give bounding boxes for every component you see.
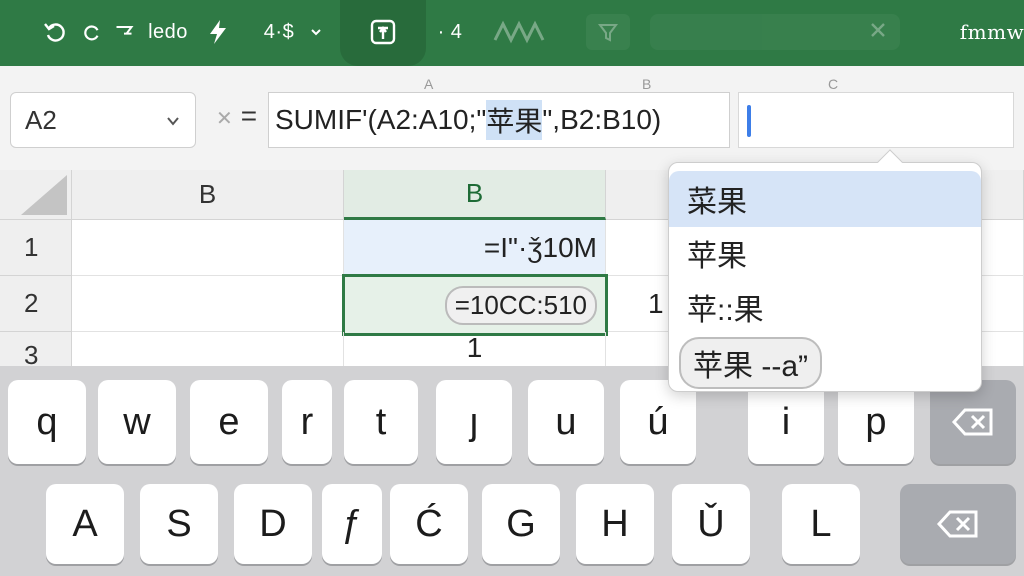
formula-text-before: SUMIF'(A2:A10;": [275, 104, 487, 135]
column-header-b-active[interactable]: B: [344, 170, 606, 220]
key-f[interactable]: ƒ: [322, 484, 382, 564]
ribbon-toolbar: ledo 4·$ · 4 fmmw: [0, 0, 1024, 66]
select-all-corner[interactable]: [0, 170, 72, 220]
cell-a1[interactable]: [72, 220, 344, 276]
name-box-value: A2: [25, 104, 57, 135]
number-format-button[interactable]: 4·$: [256, 14, 302, 50]
formula-input[interactable]: SUMIF'(A2:A10;" 苹果 ",B2:B10): [268, 92, 730, 148]
key-j[interactable]: Ǔ: [672, 484, 750, 564]
fx-label: ✕ =: [216, 100, 257, 132]
autocomplete-popup: 菜果 苹果 苹::果 苹果 --a”: [668, 149, 982, 392]
indent-button[interactable]: · 4: [432, 14, 468, 50]
suggestion-item[interactable]: 苹::果: [669, 279, 981, 335]
row-header-3[interactable]: 3: [0, 332, 72, 370]
key-h[interactable]: H: [576, 484, 654, 564]
backspace-icon[interactable]: [900, 484, 1016, 564]
key-p[interactable]: p: [838, 380, 914, 464]
insert-function-icon[interactable]: [366, 14, 400, 50]
chevron-down-icon[interactable]: [306, 14, 326, 50]
name-box[interactable]: A2: [10, 92, 196, 148]
row-header-1[interactable]: 1: [0, 220, 72, 276]
close-icon[interactable]: [868, 20, 888, 40]
repeat-icon[interactable]: [112, 14, 136, 50]
cancel-icon[interactable]: ✕: [216, 108, 233, 130]
key-i[interactable]: i: [748, 380, 824, 464]
undo-text-label[interactable]: ledo: [144, 14, 192, 50]
formula-text-highlight: 苹果: [486, 100, 543, 140]
key-c[interactable]: Ć: [390, 484, 468, 564]
key-a[interactable]: A: [46, 484, 124, 564]
key-e[interactable]: e: [190, 380, 268, 464]
key-y[interactable]: ȷ: [436, 380, 512, 464]
undo-icon[interactable]: [40, 14, 70, 50]
flash-fill-icon[interactable]: [204, 14, 232, 50]
onscreen-keyboard: q w e r t ȷ u ú i p A S D ƒ Ć G H Ǔ L: [0, 366, 1024, 576]
backspace-icon[interactable]: [930, 380, 1016, 464]
formula-bar-extension[interactable]: [738, 92, 1014, 148]
cell-b3[interactable]: 1: [344, 332, 606, 370]
key-s[interactable]: S: [140, 484, 218, 564]
suggestion-item[interactable]: 苹果: [669, 225, 981, 281]
cell-b1[interactable]: =I"·ǯ10M: [344, 220, 606, 276]
cell-a3[interactable]: [72, 332, 344, 370]
filter-icon[interactable]: [586, 14, 630, 50]
redo-icon[interactable]: [78, 14, 106, 50]
key-q[interactable]: q: [8, 380, 86, 464]
text-caret: [747, 105, 751, 137]
column-marker-a: A: [424, 76, 434, 92]
column-marker-b: B: [642, 76, 652, 92]
key-r[interactable]: r: [282, 380, 332, 464]
row-header-2[interactable]: 2: [0, 276, 72, 332]
equals-sign: =: [240, 100, 258, 131]
search-bar[interactable]: [650, 14, 900, 50]
column-marker-c: C: [828, 76, 839, 92]
key-d[interactable]: D: [234, 484, 312, 564]
suggestion-item-pill[interactable]: 苹果 --a”: [669, 335, 981, 391]
ribbon-right-label: fmmw: [959, 20, 1024, 44]
key-u-accent[interactable]: ú: [620, 380, 696, 464]
chevron-down-icon[interactable]: [165, 105, 181, 136]
suggestion-item[interactable]: 菜果: [669, 171, 981, 227]
column-header-b[interactable]: B: [72, 170, 344, 220]
key-u[interactable]: u: [528, 380, 604, 464]
cell-a2[interactable]: [72, 276, 344, 332]
formula-text-after: ",B2:B10): [542, 104, 662, 135]
sort-icon[interactable]: [488, 14, 554, 50]
key-w[interactable]: w: [98, 380, 176, 464]
cell-b2-selected[interactable]: =10CC:510: [342, 274, 608, 336]
suggestion-item-label: 苹果 --a”: [679, 337, 822, 389]
key-t[interactable]: t: [344, 380, 418, 464]
cell-b2-value: =10CC:510: [444, 285, 597, 325]
key-l[interactable]: L: [782, 484, 860, 564]
key-g[interactable]: G: [482, 484, 560, 564]
